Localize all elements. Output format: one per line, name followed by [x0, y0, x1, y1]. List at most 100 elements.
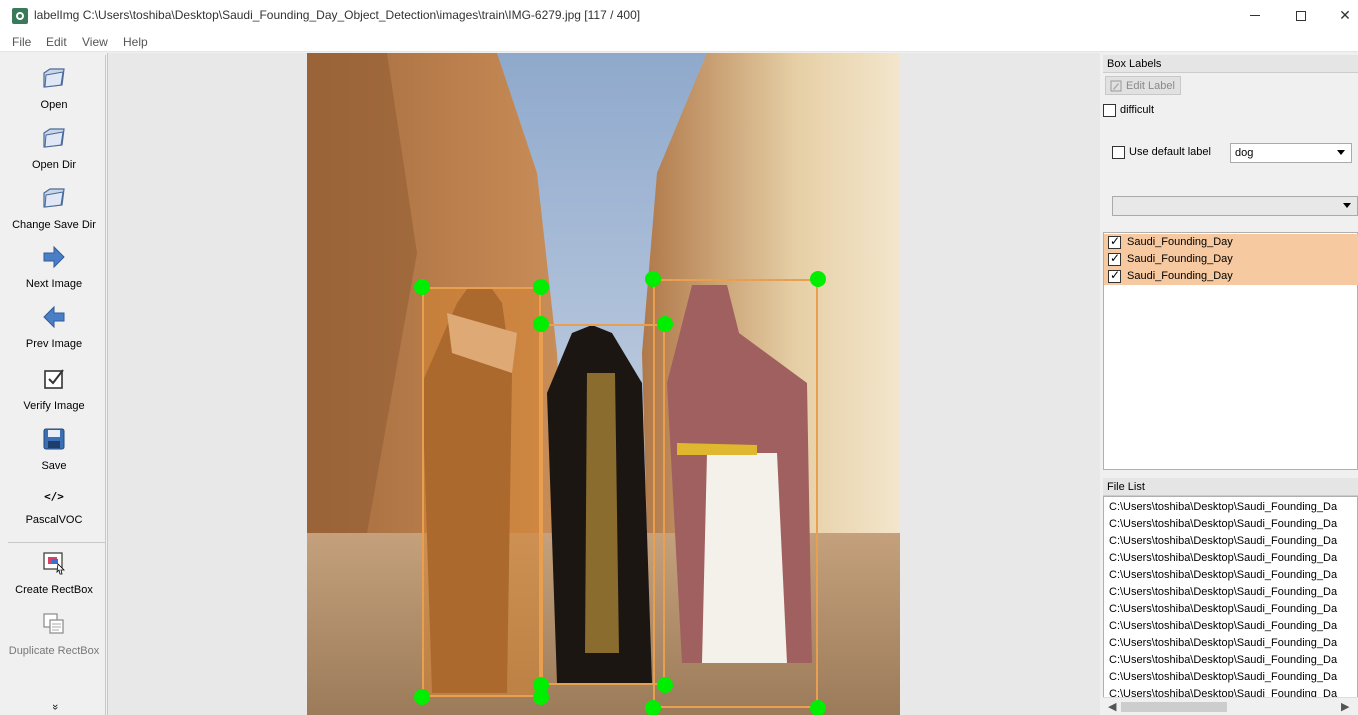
labelimg-window: labelImg C:\Users\toshiba\Desktop\Saudi_… — [0, 0, 1358, 715]
create-rect-icon — [43, 552, 65, 575]
difficult-checkbox[interactable] — [1103, 104, 1116, 117]
toolbar-extension-button[interactable]: » — [49, 700, 61, 714]
label-item[interactable]: Saudi_Founding_Day — [1104, 234, 1358, 251]
save-label: Save — [41, 460, 67, 472]
file-list-item[interactable]: C:\Users\toshiba\Desktop\Saudi_Founding_… — [1109, 569, 1337, 581]
duplicate-rectbox-button[interactable]: Duplicate RectBox — [4, 611, 104, 657]
format-button[interactable]: </> PascalVOC — [4, 488, 104, 526]
file-list-item[interactable]: C:\Users\toshiba\Desktop\Saudi_Founding_… — [1109, 637, 1337, 649]
change-save-dir-button[interactable]: Change Save Dir — [4, 185, 104, 231]
create-rectbox-label: Create RectBox — [15, 584, 93, 596]
bbox-2[interactable] — [541, 324, 665, 685]
bbox-2-handle[interactable] — [533, 677, 549, 693]
open-dir-label: Open Dir — [31, 159, 77, 171]
label-item-checkbox[interactable] — [1108, 234, 1121, 249]
title-bar: labelImg C:\Users\toshiba\Desktop\Saudi_… — [0, 0, 1358, 31]
file-list-item[interactable]: C:\Users\toshiba\Desktop\Saudi_Founding_… — [1109, 620, 1337, 632]
scrollbar-thumb[interactable] — [1121, 702, 1227, 712]
next-image-button[interactable]: Next Image — [4, 244, 104, 290]
menu-help[interactable]: Help — [123, 35, 148, 49]
bbox-1-handle[interactable] — [414, 279, 430, 295]
save-button[interactable]: Save — [4, 426, 104, 472]
prev-image-button[interactable]: Prev Image — [4, 304, 104, 350]
minimize-button[interactable] — [1232, 0, 1278, 31]
menu-file[interactable]: File — [12, 35, 31, 49]
file-list-item[interactable]: C:\Users\toshiba\Desktop\Saudi_Founding_… — [1109, 603, 1337, 615]
use-default-label-text: Use default label — [1129, 146, 1211, 158]
label-item-text: Saudi_Founding_Day — [1127, 236, 1233, 248]
label-item-text: Saudi_Founding_Day — [1127, 270, 1233, 282]
bbox-3-handle[interactable] — [810, 700, 826, 715]
change-save-dir-label: Change Save Dir — [12, 219, 96, 231]
code-tag-icon: </> — [44, 490, 64, 503]
menu-view[interactable]: View — [82, 35, 108, 49]
next-image-label: Next Image — [25, 278, 83, 290]
file-list-item[interactable]: C:\Users\toshiba\Desktop\Saudi_Founding_… — [1109, 586, 1337, 598]
duplicate-icon — [43, 613, 64, 634]
create-rectbox-button[interactable]: Create RectBox — [4, 550, 104, 596]
maximize-button[interactable] — [1278, 0, 1324, 31]
maximize-icon — [1296, 10, 1306, 21]
app-icon — [12, 8, 28, 24]
pencil-icon — [1110, 80, 1122, 91]
bbox-1[interactable] — [422, 287, 541, 697]
use-default-label-checkbox[interactable] — [1112, 146, 1125, 159]
file-list-title: File List — [1103, 478, 1358, 496]
folder-open-icon — [43, 68, 65, 88]
label-item-text: Saudi_Founding_Day — [1127, 253, 1233, 265]
bbox-2-handle[interactable] — [657, 677, 673, 693]
checkbox-verify-icon — [44, 369, 64, 389]
default-label-select[interactable]: dog — [1230, 143, 1352, 163]
chevron-down-icon — [1343, 203, 1351, 208]
label-filter-select[interactable] — [1112, 196, 1358, 216]
file-list-item[interactable]: C:\Users\toshiba\Desktop\Saudi_Founding_… — [1109, 501, 1337, 513]
menu-bar: File Edit View Help — [0, 31, 1358, 52]
file-list-item[interactable]: C:\Users\toshiba\Desktop\Saudi_Founding_… — [1109, 518, 1337, 530]
bbox-2-handle[interactable] — [533, 316, 549, 332]
bbox-3[interactable] — [653, 279, 818, 708]
file-list: C:\Users\toshiba\Desktop\Saudi_Founding_… — [1103, 496, 1358, 715]
label-item-checkbox[interactable] — [1108, 251, 1121, 266]
edit-label-text: Edit Label — [1126, 79, 1175, 92]
open-button[interactable]: Open — [4, 65, 104, 111]
floppy-disk-icon — [43, 428, 65, 450]
label-item[interactable]: Saudi_Founding_Day — [1104, 251, 1358, 268]
label-item[interactable]: Saudi_Founding_Day — [1104, 268, 1358, 285]
open-dir-button[interactable]: Open Dir — [4, 125, 104, 171]
bbox-1-handle[interactable] — [533, 279, 549, 295]
format-label: PascalVOC — [25, 514, 83, 526]
window-title: labelImg C:\Users\toshiba\Desktop\Saudi_… — [34, 8, 641, 22]
edit-label-button[interactable]: Edit Label — [1105, 76, 1181, 95]
prev-image-label: Prev Image — [25, 338, 83, 350]
duplicate-rectbox-label: Duplicate RectBox — [8, 645, 100, 657]
close-button[interactable]: ✕ — [1322, 0, 1358, 31]
open-label: Open — [40, 99, 68, 111]
verify-image-button[interactable]: Verify Image — [4, 366, 104, 412]
left-toolbar: Open Open Dir Change Save Dir Next Image… — [4, 55, 106, 715]
bbox-3-handle[interactable] — [810, 271, 826, 287]
toolbar-separator — [8, 542, 106, 543]
bbox-2-handle[interactable] — [657, 316, 673, 332]
verify-image-label: Verify Image — [23, 400, 85, 412]
default-label-value: dog — [1235, 147, 1254, 159]
menu-edit[interactable]: Edit — [46, 35, 67, 49]
arrow-right-icon — [43, 245, 65, 269]
image-canvas[interactable] — [107, 53, 1100, 715]
label-list: Saudi_Founding_Day Saudi_Founding_Day Sa… — [1103, 232, 1358, 470]
folder-open-icon — [43, 128, 65, 148]
file-list-item[interactable]: C:\Users\toshiba\Desktop\Saudi_Founding_… — [1109, 671, 1337, 683]
bbox-3-handle[interactable] — [645, 700, 661, 715]
chevron-double-down-icon: » — [49, 703, 61, 711]
bbox-1-handle[interactable] — [414, 689, 430, 705]
bbox-3-handle[interactable] — [645, 271, 661, 287]
box-labels-title: Box Labels — [1103, 55, 1358, 73]
file-list-item[interactable]: C:\Users\toshiba\Desktop\Saudi_Founding_… — [1109, 535, 1337, 547]
file-list-item[interactable]: C:\Users\toshiba\Desktop\Saudi_Founding_… — [1109, 654, 1337, 666]
minimize-icon — [1250, 15, 1260, 16]
file-list-item[interactable]: C:\Users\toshiba\Desktop\Saudi_Founding_… — [1109, 552, 1337, 564]
annotated-photo — [307, 53, 900, 715]
label-item-checkbox[interactable] — [1108, 268, 1121, 283]
file-list-hscrollbar[interactable]: ◀ ▶ — [1103, 697, 1358, 715]
scroll-right-icon[interactable]: ▶ — [1341, 700, 1349, 713]
scroll-left-icon[interactable]: ◀ — [1108, 700, 1116, 713]
